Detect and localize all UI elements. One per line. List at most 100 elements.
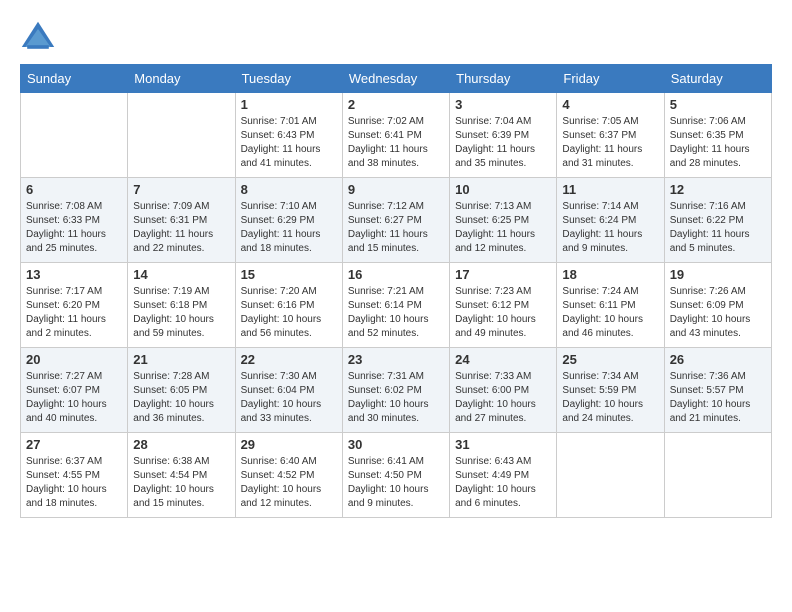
- day-cell: 17Sunrise: 7:23 AM Sunset: 6:12 PM Dayli…: [450, 263, 557, 348]
- day-cell: 3 Sunrise: 7:04 AM Sunset: 6:39 PM Daylig…: [450, 93, 557, 178]
- day-info: Sunrise: 7:08 AM Sunset: 6:33 PM Dayligh…: [26, 200, 122, 256]
- day-cell: 15 Sunrise: 7:20 AM Sunset: 6:16 PM Dayli…: [235, 263, 342, 348]
- day-info: Sunrise: 7:02 AM Sunset: 6:41 PM Dayligh…: [348, 115, 444, 171]
- day-number: 16: [348, 267, 444, 282]
- day-number: 25: [562, 352, 658, 367]
- day-info: Sunrise: 7:19 AM Sunset: 6:18 PM Dayligh…: [133, 285, 229, 341]
- day-info: Sunrise: 7:26 AM Sunset: 6:09 PM Dayligh…: [670, 285, 766, 341]
- day-number: 29: [241, 437, 337, 452]
- day-number: 4: [562, 97, 658, 112]
- day-info: Sunrise: 7:10 AM Sunset: 6:29 PM Dayligh…: [241, 200, 337, 256]
- day-number: 21: [133, 352, 229, 367]
- day-number: 10: [455, 182, 551, 197]
- day-cell: 28Sunrise: 6:38 AM Sunset: 4:54 PM Dayli…: [128, 433, 235, 518]
- day-number: 26: [670, 352, 766, 367]
- day-cell: 7 Sunrise: 7:09 AM Sunset: 6:31 PM Daylig…: [128, 178, 235, 263]
- day-cell: 12 Sunrise: 7:16 AM Sunset: 6:22 PM Dayli…: [664, 178, 771, 263]
- day-info: Sunrise: 7:30 AM Sunset: 6:04 PM Dayligh…: [241, 370, 337, 426]
- header-cell-saturday: Saturday: [664, 65, 771, 93]
- day-cell: [664, 433, 771, 518]
- day-info: Sunrise: 7:12 AM Sunset: 6:27 PM Dayligh…: [348, 200, 444, 256]
- day-info: Sunrise: 6:37 AM Sunset: 4:55 PM Dayligh…: [26, 455, 122, 511]
- day-info: Sunrise: 7:34 AM Sunset: 5:59 PM Dayligh…: [562, 370, 658, 426]
- day-cell: 26 Sunrise: 7:36 AM Sunset: 5:57 PM Dayli…: [664, 348, 771, 433]
- day-info: Sunrise: 7:05 AM Sunset: 6:37 PM Dayligh…: [562, 115, 658, 171]
- day-number: 14: [133, 267, 229, 282]
- day-cell: 31 Sunrise: 6:43 AM Sunset: 4:49 PM Dayli…: [450, 433, 557, 518]
- day-info: Sunrise: 7:21 AM Sunset: 6:14 PM Dayligh…: [348, 285, 444, 341]
- day-number: 24: [455, 352, 551, 367]
- day-number: 30: [348, 437, 444, 452]
- day-info: Sunrise: 7:04 AM Sunset: 6:39 PM Dayligh…: [455, 115, 551, 171]
- day-cell: 27 Sunrise: 6:37 AM Sunset: 4:55 PM Dayli…: [21, 433, 128, 518]
- header-cell-tuesday: Tuesday: [235, 65, 342, 93]
- day-info: Sunrise: 6:41 AM Sunset: 4:50 PM Dayligh…: [348, 455, 444, 511]
- day-number: 23: [348, 352, 444, 367]
- day-number: 9: [348, 182, 444, 197]
- day-cell: 16 Sunrise: 7:21 AM Sunset: 6:14 PM Dayli…: [342, 263, 449, 348]
- day-info: Sunrise: 7:20 AM Sunset: 6:16 PM Dayligh…: [241, 285, 337, 341]
- week-row-4: 20 Sunrise: 7:27 AM Sunset: 6:07 PM Dayli…: [21, 348, 772, 433]
- week-row-5: 27 Sunrise: 6:37 AM Sunset: 4:55 PM Dayli…: [21, 433, 772, 518]
- day-cell: 29 Sunrise: 6:40 AM Sunset: 4:52 PM Dayli…: [235, 433, 342, 518]
- day-number: 17: [455, 267, 551, 282]
- header-cell-thursday: Thursday: [450, 65, 557, 93]
- day-info: Sunrise: 7:33 AM Sunset: 6:00 PM Dayligh…: [455, 370, 551, 426]
- week-row-2: 6Sunrise: 7:08 AM Sunset: 6:33 PM Daylig…: [21, 178, 772, 263]
- day-cell: 6Sunrise: 7:08 AM Sunset: 6:33 PM Daylig…: [21, 178, 128, 263]
- day-info: Sunrise: 7:14 AM Sunset: 6:24 PM Dayligh…: [562, 200, 658, 256]
- day-info: Sunrise: 7:09 AM Sunset: 6:31 PM Dayligh…: [133, 200, 229, 256]
- day-number: 1: [241, 97, 337, 112]
- header-cell-monday: Monday: [128, 65, 235, 93]
- day-cell: 25 Sunrise: 7:34 AM Sunset: 5:59 PM Dayli…: [557, 348, 664, 433]
- day-cell: 30 Sunrise: 6:41 AM Sunset: 4:50 PM Dayli…: [342, 433, 449, 518]
- day-number: 27: [26, 437, 122, 452]
- day-info: Sunrise: 7:01 AM Sunset: 6:43 PM Dayligh…: [241, 115, 337, 171]
- header-cell-wednesday: Wednesday: [342, 65, 449, 93]
- day-info: Sunrise: 7:13 AM Sunset: 6:25 PM Dayligh…: [455, 200, 551, 256]
- day-cell: 22Sunrise: 7:30 AM Sunset: 6:04 PM Dayli…: [235, 348, 342, 433]
- week-row-1: 1 Sunrise: 7:01 AM Sunset: 6:43 PM Daylig…: [21, 93, 772, 178]
- day-cell: 24 Sunrise: 7:33 AM Sunset: 6:00 PM Dayli…: [450, 348, 557, 433]
- day-number: 28: [133, 437, 229, 452]
- day-number: 19: [670, 267, 766, 282]
- calendar-body: 1 Sunrise: 7:01 AM Sunset: 6:43 PM Daylig…: [21, 93, 772, 518]
- day-cell: 9 Sunrise: 7:12 AM Sunset: 6:27 PM Daylig…: [342, 178, 449, 263]
- day-info: Sunrise: 7:17 AM Sunset: 6:20 PM Dayligh…: [26, 285, 122, 341]
- day-number: 7: [133, 182, 229, 197]
- logo-icon: [20, 20, 56, 56]
- logo: [20, 20, 60, 56]
- day-cell: 20 Sunrise: 7:27 AM Sunset: 6:07 PM Dayli…: [21, 348, 128, 433]
- day-cell: 4 Sunrise: 7:05 AM Sunset: 6:37 PM Daylig…: [557, 93, 664, 178]
- day-cell: 1 Sunrise: 7:01 AM Sunset: 6:43 PM Daylig…: [235, 93, 342, 178]
- day-number: 2: [348, 97, 444, 112]
- calendar-table: SundayMondayTuesdayWednesdayThursdayFrid…: [20, 64, 772, 518]
- day-cell: 19 Sunrise: 7:26 AM Sunset: 6:09 PM Dayli…: [664, 263, 771, 348]
- day-cell: 11 Sunrise: 7:14 AM Sunset: 6:24 PM Dayli…: [557, 178, 664, 263]
- day-cell: 10 Sunrise: 7:13 AM Sunset: 6:25 PM Dayli…: [450, 178, 557, 263]
- day-number: 20: [26, 352, 122, 367]
- day-number: 8: [241, 182, 337, 197]
- header-row: SundayMondayTuesdayWednesdayThursdayFrid…: [21, 65, 772, 93]
- header-cell-sunday: Sunday: [21, 65, 128, 93]
- day-info: Sunrise: 7:24 AM Sunset: 6:11 PM Dayligh…: [562, 285, 658, 341]
- page-header: [20, 20, 772, 56]
- day-cell: 8 Sunrise: 7:10 AM Sunset: 6:29 PM Daylig…: [235, 178, 342, 263]
- day-number: 13: [26, 267, 122, 282]
- day-info: Sunrise: 7:27 AM Sunset: 6:07 PM Dayligh…: [26, 370, 122, 426]
- day-cell: 21 Sunrise: 7:28 AM Sunset: 6:05 PM Dayli…: [128, 348, 235, 433]
- day-number: 3: [455, 97, 551, 112]
- week-row-3: 13 Sunrise: 7:17 AM Sunset: 6:20 PM Dayli…: [21, 263, 772, 348]
- day-info: Sunrise: 7:28 AM Sunset: 6:05 PM Dayligh…: [133, 370, 229, 426]
- day-number: 12: [670, 182, 766, 197]
- day-number: 31: [455, 437, 551, 452]
- day-cell: 5Sunrise: 7:06 AM Sunset: 6:35 PM Daylig…: [664, 93, 771, 178]
- day-info: Sunrise: 7:16 AM Sunset: 6:22 PM Dayligh…: [670, 200, 766, 256]
- day-number: 18: [562, 267, 658, 282]
- day-info: Sunrise: 6:43 AM Sunset: 4:49 PM Dayligh…: [455, 455, 551, 511]
- day-number: 11: [562, 182, 658, 197]
- day-number: 15: [241, 267, 337, 282]
- day-cell: 23Sunrise: 7:31 AM Sunset: 6:02 PM Dayli…: [342, 348, 449, 433]
- day-info: Sunrise: 7:36 AM Sunset: 5:57 PM Dayligh…: [670, 370, 766, 426]
- day-info: Sunrise: 6:40 AM Sunset: 4:52 PM Dayligh…: [241, 455, 337, 511]
